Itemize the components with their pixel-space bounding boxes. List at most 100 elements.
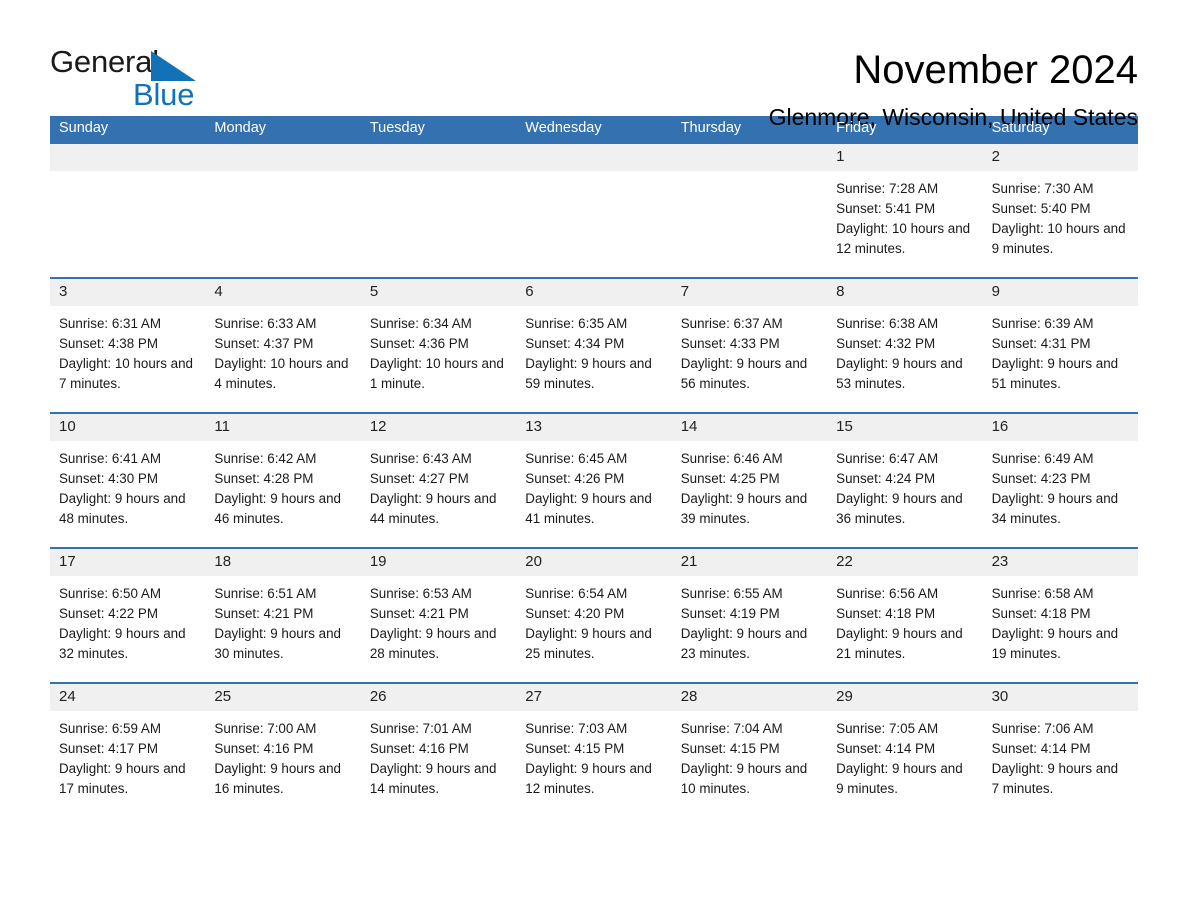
day-details: Sunrise: 7:01 AM Sunset: 4:16 PM Daylight:… [361,711,516,799]
calendar-day-cell[interactable]: 5 Sunrise: 6:34 AM Sunset: 4:36 PM Daylight… [360,279,517,412]
weekday-header-tuesday: Tuesday [369,120,425,136]
calendar-day-cell[interactable]: 23 Sunrise: 6:58 AM Sunset: 4:18 PM Dayligh… [982,549,1138,682]
day-number: 11 [205,414,361,441]
calendar-day-cell[interactable]: 19 Sunrise: 6:53 AM Sunset: 4:21 PM Dayligh… [360,549,517,682]
sunrise-text: Sunrise: 7:01 AM [369,721,472,736]
sunset-text: Sunset: 4:30 PM [59,471,158,486]
calendar-day-cell[interactable]: 25 Sunrise: 7:00 AM Sunset: 4:16 PM Dayligh… [205,684,361,817]
sunrise-text: Sunrise: 6:42 AM [214,451,317,466]
day-details: Sunrise: 6:53 AM Sunset: 4:21 PM Daylight:… [361,576,516,664]
calendar-day-cell[interactable]: 6 Sunrise: 6:35 AM Sunset: 4:34 PM Daylight… [516,279,672,412]
daylight-text: Daylight: 9 hours and 14 minutes. [369,761,497,796]
sunrise-text: Sunrise: 6:54 AM [525,586,628,601]
calendar-day-cell[interactable]: 30 Sunrise: 7:06 AM Sunset: 4:14 PM Dayligh… [982,684,1138,817]
calendar-day-cell[interactable]: 1 Sunrise: 7:28 AM Sunset: 5:41 PM Daylight… [827,144,983,277]
calendar-day-cell[interactable]: 22 Sunrise: 6:56 AM Sunset: 4:18 PM Dayligh… [827,549,983,682]
day-number: 30 [982,684,1138,711]
calendar-day-cell[interactable]: 29 Sunrise: 7:05 AM Sunset: 4:14 PM Dayligh… [827,684,983,817]
day-details: Sunrise: 6:47 AM Sunset: 4:24 PM Daylight:… [827,441,982,529]
day-details: Sunrise: 6:37 AM Sunset: 4:33 PM Daylight:… [672,306,827,394]
calendar-day-cell[interactable]: 2 Sunrise: 7:30 AM Sunset: 5:40 PM Daylight… [982,144,1138,277]
calendar-day-cell[interactable]: 11 Sunrise: 6:42 AM Sunset: 4:28 PM Dayligh… [205,414,361,547]
day-number: 26 [360,684,517,711]
calendar-day-cell[interactable]: 17 Sunrise: 6:50 AM Sunset: 4:22 PM Dayligh… [50,549,206,682]
sunrise-text: Sunrise: 7:06 AM [991,721,1094,736]
day-number: 7 [671,279,828,306]
calendar-empty-cell [671,144,828,277]
day-number [50,144,206,171]
calendar-page: General Blue November 2024 Glenmore, Wis… [0,0,1188,918]
sunset-text: Sunset: 5:41 PM [836,201,936,216]
day-details: Sunrise: 6:56 AM Sunset: 4:18 PM Daylight:… [827,576,982,664]
calendar-day-cell[interactable]: 28 Sunrise: 7:04 AM Sunset: 4:15 PM Dayligh… [671,684,828,817]
calendar-week-row: 17 Sunrise: 6:50 AM Sunset: 4:22 PM Dayligh… [50,547,1138,682]
daylight-text: Daylight: 9 hours and 25 minutes. [525,626,652,661]
day-number: 25 [205,684,361,711]
sunrise-text: Sunrise: 6:35 AM [525,316,628,331]
day-number: 1 [827,144,983,171]
calendar-day-cell[interactable]: 7 Sunrise: 6:37 AM Sunset: 4:33 PM Daylight… [671,279,828,412]
calendar-day-cell[interactable]: 13 Sunrise: 6:45 AM Sunset: 4:26 PM Dayligh… [516,414,672,547]
daylight-text: Daylight: 9 hours and 34 minutes. [991,491,1119,526]
daylight-text: Daylight: 9 hours and 59 minutes. [525,356,652,391]
sunrise-text: Sunrise: 6:47 AM [836,451,939,466]
weekday-header-wednesday: Wednesday [525,120,602,136]
daylight-text: Daylight: 10 hours and 1 minute. [369,356,504,391]
weekday-header-sunday: Sunday [59,120,109,136]
calendar-day-cell[interactable]: 12 Sunrise: 6:43 AM Sunset: 4:27 PM Dayligh… [360,414,517,547]
sunrise-text: Sunrise: 6:59 AM [59,721,161,736]
calendar-day-cell[interactable]: 16 Sunrise: 6:49 AM Sunset: 4:23 PM Dayligh… [982,414,1138,547]
daylight-text: Daylight: 9 hours and 51 minutes. [991,356,1119,391]
sunrise-text: Sunrise: 7:30 AM [991,181,1094,196]
day-details: Sunrise: 6:38 AM Sunset: 4:32 PM Daylight:… [827,306,982,394]
sunset-text: Sunset: 4:31 PM [991,336,1091,351]
calendar-day-cell[interactable]: 10 Sunrise: 6:41 AM Sunset: 4:30 PM Dayligh… [50,414,206,547]
sunset-text: Sunset: 4:14 PM [836,741,936,756]
sunrise-text: Sunrise: 6:53 AM [369,586,472,601]
weekday-header-row: Sunday Monday Tuesday Wednesday Thursday… [50,116,1138,144]
sunrise-text: Sunrise: 7:28 AM [836,181,939,196]
day-details: Sunrise: 7:28 AM Sunset: 5:41 PM Daylight:… [827,171,982,259]
day-details: Sunrise: 6:46 AM Sunset: 4:25 PM Daylight:… [672,441,827,529]
sunset-text: Sunset: 4:26 PM [525,471,625,486]
daylight-text: Daylight: 9 hours and 56 minutes. [680,356,808,391]
calendar-day-cell[interactable]: 9 Sunrise: 6:39 AM Sunset: 4:31 PM Daylight… [982,279,1138,412]
day-number: 2 [982,144,1138,171]
calendar-day-cell[interactable]: 20 Sunrise: 6:54 AM Sunset: 4:20 PM Dayligh… [516,549,672,682]
day-number: 20 [516,549,672,576]
calendar-day-cell[interactable]: 26 Sunrise: 7:01 AM Sunset: 4:16 PM Dayligh… [360,684,517,817]
calendar-day-cell[interactable]: 18 Sunrise: 6:51 AM Sunset: 4:21 PM Dayligh… [205,549,361,682]
sunset-text: Sunset: 4:16 PM [214,741,314,756]
calendar-weeks: 1 Sunrise: 7:28 AM Sunset: 5:41 PM Daylight… [50,144,1138,817]
daylight-text: Daylight: 9 hours and 17 minutes. [59,761,186,796]
calendar-day-cell[interactable]: 14 Sunrise: 6:46 AM Sunset: 4:25 PM Dayligh… [671,414,828,547]
sunset-text: Sunset: 4:16 PM [369,741,469,756]
calendar-day-cell[interactable]: 27 Sunrise: 7:03 AM Sunset: 4:15 PM Dayligh… [516,684,672,817]
generalblue-logo[interactable]: General Blue [50,46,200,116]
sunrise-text: Sunrise: 6:34 AM [369,316,472,331]
calendar-day-cell[interactable]: 8 Sunrise: 6:38 AM Sunset: 4:32 PM Daylight… [827,279,983,412]
calendar-week-row: 1 Sunrise: 7:28 AM Sunset: 5:41 PM Daylight… [50,144,1138,277]
daylight-text: Daylight: 9 hours and 7 minutes. [991,761,1119,796]
calendar-day-cell[interactable]: 3 Sunrise: 6:31 AM Sunset: 4:38 PM Daylight… [50,279,206,412]
daylight-text: Daylight: 9 hours and 16 minutes. [214,761,341,796]
calendar-day-cell[interactable]: 15 Sunrise: 6:47 AM Sunset: 4:24 PM Dayligh… [827,414,983,547]
calendar-day-cell[interactable]: 4 Sunrise: 6:33 AM Sunset: 4:37 PM Daylight… [205,279,361,412]
weekday-header-saturday: Saturday [991,120,1050,136]
day-number [205,144,361,171]
day-details: Sunrise: 7:05 AM Sunset: 4:14 PM Daylight:… [827,711,982,799]
sunrise-text: Sunrise: 6:33 AM [214,316,317,331]
daylight-text: Daylight: 9 hours and 9 minutes. [836,761,963,796]
calendar-day-cell[interactable]: 21 Sunrise: 6:55 AM Sunset: 4:19 PM Dayligh… [671,549,828,682]
daylight-text: Daylight: 9 hours and 19 minutes. [991,626,1119,661]
daylight-text: Daylight: 9 hours and 46 minutes. [214,491,341,526]
day-number: 6 [516,279,672,306]
sunrise-text: Sunrise: 6:50 AM [59,586,161,601]
day-number: 15 [827,414,983,441]
day-details: Sunrise: 6:34 AM Sunset: 4:36 PM Daylight:… [361,306,516,394]
sunset-text: Sunset: 4:15 PM [525,741,625,756]
sunset-text: Sunset: 4:37 PM [214,336,314,351]
calendar-day-cell[interactable]: 24 Sunrise: 6:59 AM Sunset: 4:17 PM Dayligh… [50,684,206,817]
sunset-text: Sunset: 4:15 PM [680,741,780,756]
day-number: 23 [982,549,1138,576]
